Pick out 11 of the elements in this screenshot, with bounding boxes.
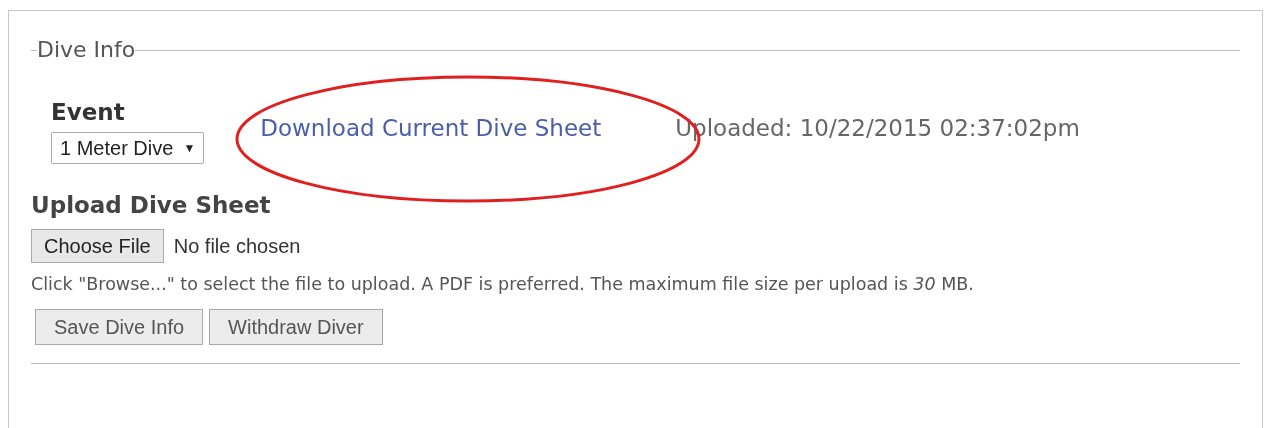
event-select[interactable]: 1 Meter Dive ▼ <box>51 132 205 164</box>
action-button[interactable]: Withdraw Diver <box>209 309 383 346</box>
upload-label: Upload Dive Sheet <box>31 194 272 217</box>
section-legend: Dive Info <box>37 39 136 61</box>
dropdown-arrow-icon: ▼ <box>183 139 196 157</box>
download-link[interactable]: Download Current Dive Sheet <box>260 117 602 140</box>
upload-help-text: Click "Browse..." to select the file to upload. A PDF is preferred. The maximum file size per upload is 30 MB. <box>31 273 975 296</box>
choose-file-button[interactable]: Choose File <box>31 229 164 263</box>
event-label: Event <box>51 101 126 124</box>
action-button[interactable]: Save Dive Info <box>35 309 204 346</box>
file-status: No file chosen <box>173 234 301 259</box>
